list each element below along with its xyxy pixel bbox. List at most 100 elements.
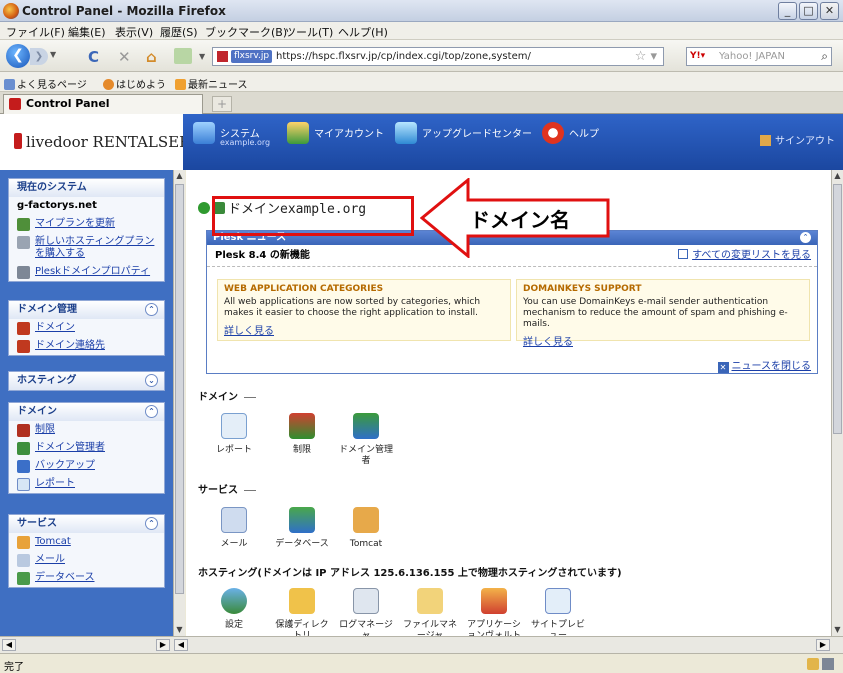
nav-my-account[interactable]: マイアカウント — [287, 122, 384, 144]
close-button[interactable]: ✕ — [820, 2, 839, 20]
scroll-left-icon[interactable]: ◀ — [2, 639, 16, 651]
site-identity-badge[interactable]: flxsrv.jp — [231, 50, 273, 63]
bookmark-most-visited[interactable]: よく見るページ — [4, 76, 87, 91]
tool-tomcat[interactable]: Tomcat — [336, 507, 396, 550]
domain-admin-link[interactable]: ドメイン管理者 — [9, 439, 164, 457]
backup-link[interactable]: バックアップ — [9, 457, 164, 475]
reload-icon[interactable]: C — [88, 48, 99, 66]
limits-link[interactable]: 制限 — [9, 421, 164, 439]
hosting-title[interactable]: ホスティング ⌄ — [9, 372, 164, 390]
back-button[interactable]: ❮ — [6, 44, 30, 68]
database-link[interactable]: データベース — [9, 569, 164, 587]
tool-site-preview[interactable]: サイトプレビュー — [528, 588, 588, 636]
search-icon[interactable]: ⌕ — [821, 49, 828, 64]
tool-protected-directories[interactable]: 保護ディレクトリ — [272, 588, 332, 636]
backup-icon — [17, 460, 30, 473]
stop-icon[interactable]: ✕ — [118, 48, 131, 66]
domain-link[interactable]: ドメイン — [9, 319, 164, 337]
horizontal-scrollbar[interactable]: ◀ ▶ ◀ ▶ — [0, 636, 843, 653]
upgrade-icon — [395, 122, 417, 144]
menu-tools[interactable]: ツール(T) — [285, 24, 333, 40]
scroll-right-icon[interactable]: ▶ — [156, 639, 170, 651]
yahoo-engine-icon[interactable]: Y!▾ — [690, 51, 705, 61]
url-bar[interactable]: flxsrv.jp https://hspc.flxsrv.jp/cp/inde… — [212, 47, 664, 66]
service-title[interactable]: サービス ⌃ — [9, 515, 164, 533]
close-news-link[interactable]: ✕ ニュースを閉じる — [717, 357, 811, 373]
resize-grip-icon[interactable] — [822, 658, 834, 670]
menu-history[interactable]: 履歴(S) — [160, 24, 198, 40]
search-bar[interactable]: Y!▾ Yahoo! JAPAN ⌕ — [686, 47, 832, 66]
all-changes-link[interactable]: すべての変更リストを見る — [678, 245, 811, 267]
domain-tools-title[interactable]: ドメイン ⌃ — [9, 403, 164, 421]
bookmark-latest-news[interactable]: 最新ニュース — [175, 76, 248, 91]
main-scrollbar[interactable]: ▲ ▼ — [831, 170, 843, 636]
domain-contact-link[interactable]: ドメイン連絡先 — [9, 337, 164, 355]
sidebar-scrollbar[interactable]: ▲ ▼ — [173, 170, 185, 636]
current-system-title: 現在のシステム — [9, 179, 164, 197]
url-text[interactable]: https://hspc.flxsrv.jp/cp/index.cgi/top/… — [276, 51, 531, 62]
tool-label: データベース — [275, 539, 329, 549]
update-plan-link[interactable]: マイプランを更新 — [9, 215, 164, 233]
update-icon — [17, 218, 30, 231]
buy-hosting-link[interactable]: 新しいホスティングプランを購入する — [9, 233, 164, 263]
new-tab-button[interactable]: + — [212, 96, 232, 112]
history-dropdown-icon[interactable]: ▼ — [50, 50, 56, 59]
menu-view[interactable]: 表示(V) — [115, 24, 153, 40]
maximize-button[interactable]: □ — [799, 2, 818, 20]
domain-mgmt-title[interactable]: ドメイン管理 ⌃ — [9, 301, 164, 319]
current-system-panel: 現在のシステム g-factorys.net マイプランを更新 新しいホスティン… — [8, 178, 165, 282]
report-link[interactable]: レポート — [9, 475, 164, 493]
minimize-button[interactable]: _ — [778, 2, 797, 20]
collapse-icon[interactable]: ⌃ — [145, 517, 158, 530]
mail-link[interactable]: メール — [9, 551, 164, 569]
menu-file[interactable]: ファイル(F) — [6, 24, 65, 40]
domain-contact-label: ドメイン連絡先 — [35, 340, 105, 351]
main-scroll-thumb[interactable] — [833, 184, 842, 434]
news-card-more-link[interactable]: 詳しく見る — [523, 333, 803, 348]
scroll-up-icon[interactable]: ▲ — [832, 170, 843, 182]
tool-settings[interactable]: 設定 — [204, 588, 264, 631]
bookmark-star-icon[interactable]: ☆ ▾ — [635, 49, 657, 64]
tomcat-icon — [17, 536, 30, 549]
scroll-up-icon[interactable]: ▲ — [174, 170, 185, 182]
tool-mail[interactable]: メール — [204, 507, 264, 550]
forward-button[interactable]: ❯ — [30, 48, 48, 65]
menu-bar: ファイル(F) 編集(E) 表示(V) 履歴(S) ブックマーク(B) ツール(… — [0, 22, 843, 40]
sidebar-scroll-thumb[interactable] — [175, 184, 184, 594]
screenshot-addon-icon[interactable] — [174, 48, 192, 64]
scroll-down-icon[interactable]: ▼ — [174, 624, 185, 636]
scroll-left-icon[interactable]: ◀ — [174, 639, 188, 651]
database-icon — [17, 572, 30, 585]
nav-help[interactable]: ヘルプ — [542, 122, 599, 144]
expand-icon[interactable]: ⌄ — [145, 374, 158, 387]
tool-application-vault[interactable]: アプリケーションヴォルト — [464, 588, 524, 636]
menu-help[interactable]: ヘルプ(H) — [338, 24, 388, 40]
collapse-icon[interactable]: ⌃ — [145, 303, 158, 316]
tool-file-manager[interactable]: ファイルマネージャ — [400, 588, 460, 636]
nav-system[interactable]: システム example.org — [193, 122, 270, 147]
tab-control-panel[interactable]: Control Panel — [3, 94, 203, 114]
nav-upgrade-center[interactable]: アップグレードセンター — [395, 122, 532, 144]
menu-bookmarks[interactable]: ブックマーク(B) — [205, 24, 287, 40]
domain-admin-icon — [353, 413, 379, 439]
tool-domain-admin[interactable]: ドメイン管理者 — [336, 413, 396, 467]
collapse-icon[interactable]: ⌃ — [145, 405, 158, 418]
addon-dropdown-icon[interactable]: ▼ — [199, 52, 205, 61]
scroll-down-icon[interactable]: ▼ — [832, 624, 843, 636]
scroll-right-icon[interactable]: ▶ — [816, 639, 830, 651]
properties-icon — [17, 266, 30, 279]
bookmark-getting-started[interactable]: はじめよう — [103, 76, 166, 91]
tool-log-manager[interactable]: ログマネージャ — [336, 588, 396, 636]
lock-icon[interactable] — [807, 658, 819, 670]
collapse-icon[interactable]: ⌃ — [800, 232, 811, 243]
tomcat-link[interactable]: Tomcat — [9, 533, 164, 551]
tool-report[interactable]: レポート — [204, 413, 264, 456]
tool-limits[interactable]: 制限 — [272, 413, 332, 456]
signout-link[interactable]: サインアウト — [760, 132, 835, 147]
tool-database[interactable]: データベース — [272, 507, 332, 550]
news-card-more-link[interactable]: 詳しく見る — [224, 322, 504, 337]
plesk-domain-properties-link[interactable]: Pleskドメインプロパティ — [9, 263, 164, 281]
hosting-panel: ホスティング ⌄ — [8, 371, 165, 391]
menu-edit[interactable]: 編集(E) — [68, 24, 106, 40]
home-icon[interactable]: ⌂ — [146, 48, 157, 66]
